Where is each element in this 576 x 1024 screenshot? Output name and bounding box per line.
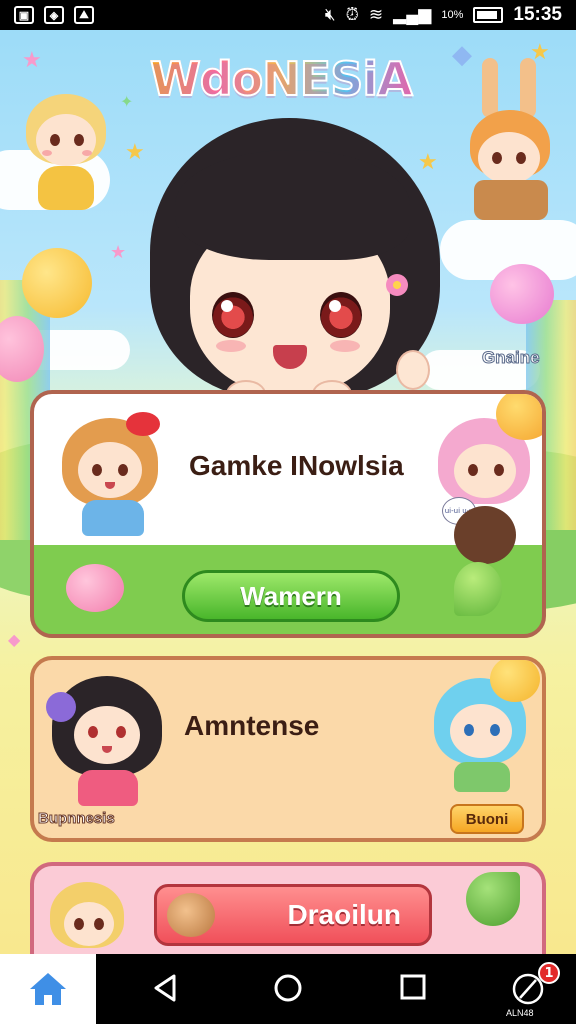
red-bow-icon bbox=[126, 412, 160, 436]
bunny-character-right bbox=[460, 58, 560, 228]
card-2-button[interactable]: Buoni bbox=[450, 804, 524, 834]
card-3-button[interactable]: Draoilun bbox=[154, 884, 432, 946]
bear-character bbox=[454, 506, 516, 564]
status-time: 15:35 bbox=[513, 4, 562, 25]
star-icon: ★ bbox=[110, 242, 127, 263]
navigation-bar: 1 ALN48 bbox=[0, 954, 576, 1024]
game-card-2[interactable]: Bupnnesis Amntense Buoni bbox=[30, 656, 546, 842]
battery-percent: 10% bbox=[441, 9, 464, 21]
home-circle-icon[interactable] bbox=[272, 972, 304, 1004]
notification-icon: ◈ bbox=[44, 6, 64, 24]
card-3-button-label: Draoilun bbox=[287, 899, 401, 930]
game-card-3[interactable]: Draoilun bbox=[30, 862, 546, 954]
blonde-cat-character bbox=[48, 878, 128, 954]
cat-face-icon bbox=[167, 893, 215, 937]
pig-balloon bbox=[490, 264, 554, 324]
card-2-title: Amntense bbox=[184, 710, 320, 741]
gallery-icon: ⛰ bbox=[74, 6, 94, 24]
nav-last-label: ALN48 bbox=[506, 1008, 534, 1018]
alarm-icon: ⏰︎ bbox=[345, 5, 359, 24]
chick-balloon bbox=[22, 248, 92, 318]
recents-icon[interactable] bbox=[398, 972, 428, 1004]
leaf-icon bbox=[454, 562, 502, 616]
home-tab[interactable] bbox=[0, 954, 96, 1024]
pink-pig-icon bbox=[66, 564, 124, 612]
game-label: Gnaine bbox=[482, 348, 541, 368]
hair-bun-icon bbox=[46, 692, 76, 722]
card-1-play-button[interactable]: Wamern bbox=[182, 570, 400, 622]
girl-eye bbox=[212, 292, 254, 338]
battery-icon bbox=[473, 7, 504, 23]
card-1-title: Gamke INowlsia bbox=[189, 450, 404, 481]
emoji-bubble bbox=[490, 660, 540, 702]
girl-eye bbox=[320, 292, 362, 338]
star-icon: ✦ bbox=[120, 92, 134, 111]
game-logo: WdoNESiA bbox=[149, 51, 414, 107]
star-icon: ◆ bbox=[8, 630, 21, 649]
notification-badge: 1 bbox=[538, 962, 560, 984]
wifi-icon: ≋ bbox=[368, 5, 384, 24]
bunny-character-left bbox=[20, 86, 110, 216]
mute-icon: 🔇︎ bbox=[324, 5, 336, 24]
leaf-icon bbox=[466, 872, 520, 926]
sim-card-icon: ▣ bbox=[14, 6, 34, 24]
home-icon bbox=[30, 973, 66, 1005]
star-icon: ★ bbox=[22, 48, 42, 73]
fox-girl-character bbox=[56, 408, 166, 538]
back-icon[interactable] bbox=[150, 972, 180, 1004]
card-2-sub-label: Bupnnesis bbox=[38, 810, 116, 828]
status-bar: ▣ ◈ ⛰ 🔇︎ ⏰︎ ≋ ▂▄▆ 10% 15:35 bbox=[0, 0, 576, 30]
signal-icon: ▂▄▆ bbox=[393, 5, 432, 24]
game-card-1[interactable]: Gamke INowlsia ui-ui u-y Wamern bbox=[30, 390, 546, 638]
waving-hand bbox=[396, 350, 430, 390]
star-icon: ★ bbox=[418, 150, 438, 175]
flower-hairpin-icon bbox=[386, 274, 408, 296]
star-icon: ★ bbox=[125, 140, 145, 165]
dark-hair-girl-character bbox=[46, 670, 168, 810]
